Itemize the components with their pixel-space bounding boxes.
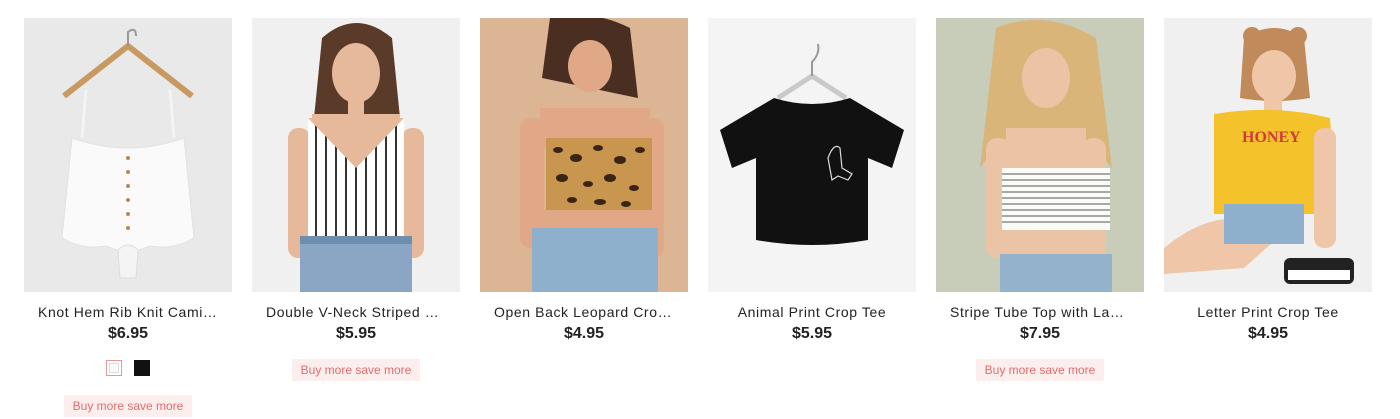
- promo-badge[interactable]: Buy more save more: [63, 395, 193, 417]
- product-title[interactable]: Stripe Tube Top with Lac...: [950, 304, 1130, 320]
- product-title[interactable]: Animal Print Crop Tee: [722, 304, 902, 320]
- product-image-cami[interactable]: [24, 18, 232, 292]
- promo-badge[interactable]: Buy more save more: [975, 359, 1105, 381]
- swatch-black[interactable]: [134, 360, 150, 376]
- product-image-stripe-tube[interactable]: [936, 18, 1144, 292]
- product-price: $5.95: [335, 325, 377, 342]
- product-image-striped-cami[interactable]: [252, 18, 460, 292]
- promo-badge[interactable]: Buy more save more: [291, 359, 421, 381]
- product-card: Animal Print Crop Tee $5.95: [708, 18, 916, 417]
- product-image-black-tee[interactable]: [708, 18, 916, 292]
- product-card: Stripe Tube Top with Lac... $7.95 Buy mo…: [936, 18, 1144, 417]
- color-swatches: [106, 360, 150, 376]
- product-title[interactable]: Double V-Neck Striped C...: [266, 304, 446, 320]
- product-card: Open Back Leopard Crop... $4.95: [480, 18, 688, 417]
- product-title[interactable]: Open Back Leopard Crop...: [494, 304, 674, 320]
- product-title[interactable]: Letter Print Crop Tee: [1178, 304, 1358, 320]
- product-price: $4.95: [563, 325, 605, 342]
- swatch-white[interactable]: [106, 360, 122, 376]
- product-price: $4.95: [1247, 325, 1289, 342]
- honey-graphic: HONEY: [1242, 129, 1301, 146]
- product-price: $6.95: [107, 325, 149, 342]
- product-price: $7.95: [1019, 325, 1061, 342]
- product-grid: Knot Hem Rib Knit Cami ... $6.95 Buy mor…: [24, 18, 1372, 417]
- product-card: Double V-Neck Striped C... $5.95 Buy mor…: [252, 18, 460, 417]
- product-card: Knot Hem Rib Knit Cami ... $6.95 Buy mor…: [24, 18, 232, 417]
- product-image-leopard[interactable]: [480, 18, 688, 292]
- product-price: $5.95: [791, 325, 833, 342]
- product-image-letter-tee[interactable]: HONEY: [1164, 18, 1372, 292]
- product-card: HONEY Letter Print Crop Tee $4.95: [1164, 18, 1372, 417]
- product-title[interactable]: Knot Hem Rib Knit Cami ...: [38, 304, 218, 320]
- swatch-white-fill: [109, 363, 119, 373]
